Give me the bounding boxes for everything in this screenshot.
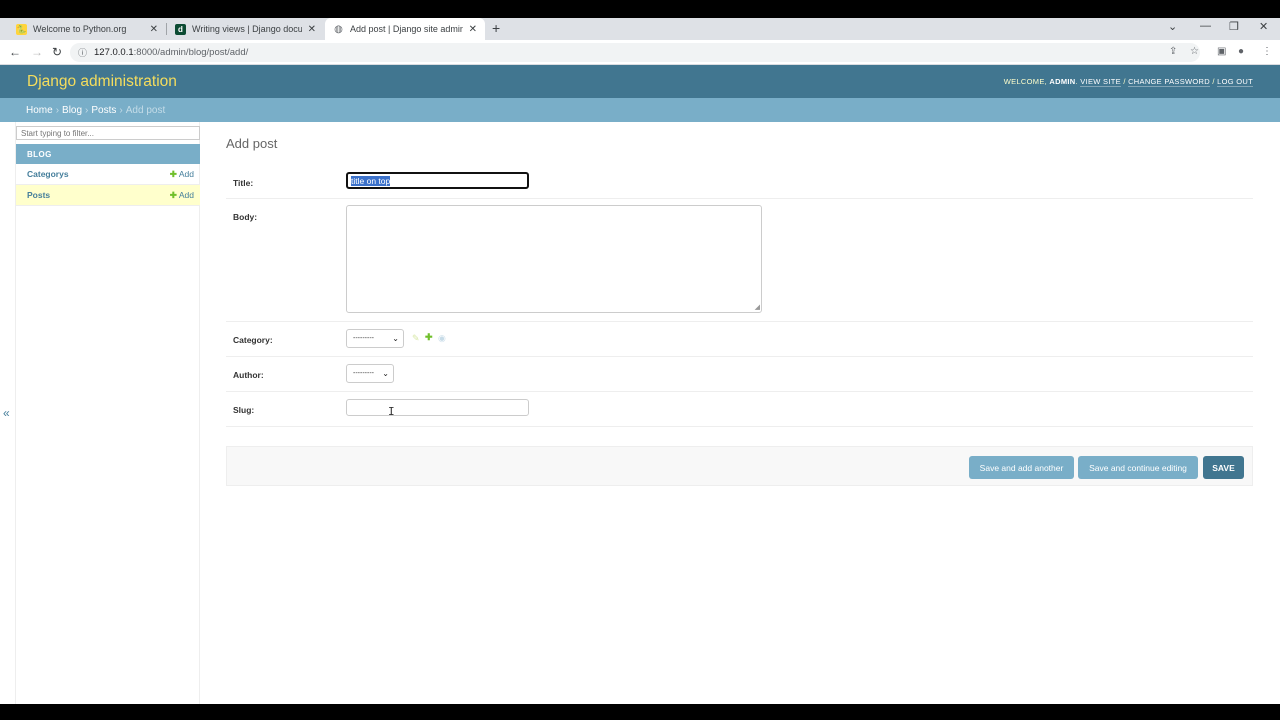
form-row-slug: Slug: bbox=[226, 392, 1253, 427]
bookmark-star-icon[interactable]: ☆ bbox=[1190, 46, 1199, 57]
breadcrumb-separator: › bbox=[85, 104, 89, 116]
profile-avatar-icon[interactable]: ● bbox=[1238, 46, 1244, 57]
title-input-value: title on top bbox=[351, 175, 391, 186]
view-site-link[interactable]: VIEW SITE bbox=[1080, 77, 1121, 87]
welcome-text: WELCOME, bbox=[1003, 77, 1048, 86]
site-info-icon[interactable]: ⓘ bbox=[78, 46, 87, 59]
form-row-body: Body: ◢ bbox=[226, 199, 1253, 322]
model-link-categorys[interactable]: Categorys bbox=[27, 169, 69, 179]
add-plus-icon: ✚ bbox=[169, 168, 177, 179]
close-tab-icon[interactable]: ✕ bbox=[308, 24, 316, 35]
nav-filter-input[interactable] bbox=[16, 126, 200, 140]
save-button[interactable]: SAVE bbox=[1203, 456, 1244, 479]
add-plus-icon: ✚ bbox=[169, 189, 177, 200]
resize-grip-icon[interactable]: ◢ bbox=[755, 303, 760, 311]
browser-toolbar: ← → ↻ ⓘ 127.0.0.1:8000/admin/blog/post/a… bbox=[0, 40, 1280, 65]
site-branding[interactable]: Django administration bbox=[27, 73, 177, 91]
browser-tab-django-docs[interactable]: d Writing views | Django documen ✕ bbox=[167, 18, 324, 40]
submit-row: Save and add another Save and continue e… bbox=[226, 446, 1253, 486]
chevron-down-icon: ⌄ bbox=[392, 334, 399, 343]
breadcrumb-current: Add post bbox=[125, 104, 166, 116]
author-select[interactable]: --------- ⌄ bbox=[346, 364, 394, 383]
new-tab-plus-icon[interactable]: + bbox=[492, 20, 500, 36]
python-favicon-icon: 🐍 bbox=[16, 23, 27, 35]
breadcrumb-blog[interactable]: Blog bbox=[62, 105, 82, 116]
category-label: Category: bbox=[233, 335, 273, 345]
author-select-value: --------- bbox=[353, 370, 374, 377]
close-tab-icon[interactable]: ✕ bbox=[150, 24, 158, 35]
log-out-link[interactable]: LOG OUT bbox=[1217, 77, 1253, 87]
back-arrow-icon[interactable]: ← bbox=[9, 45, 21, 59]
slug-label: Slug: bbox=[233, 405, 255, 415]
screen: 🐍 Welcome to Python.org ✕ d Writing view… bbox=[0, 0, 1280, 720]
separator: / bbox=[1212, 77, 1215, 86]
save-and-add-another-button[interactable]: Save and add another bbox=[969, 456, 1074, 479]
globe-favicon-icon: ◍ bbox=[334, 23, 343, 35]
breadcrumb-posts[interactable]: Posts bbox=[91, 105, 116, 116]
user-tools: WELCOME, ADMIN. VIEW SITE / CHANGE PASSW… bbox=[1003, 77, 1253, 87]
sidebar-item-categorys: Categorys ✚ Add bbox=[16, 164, 200, 185]
url-path: :8000/admin/blog/post/add/ bbox=[133, 47, 249, 58]
sidebar-item-posts: Posts ✚ Add bbox=[16, 185, 200, 206]
reload-icon[interactable]: ↻ bbox=[52, 45, 62, 59]
change-related-pencil-icon[interactable]: ✎ bbox=[412, 333, 420, 344]
toggle-nav-sidebar-icon[interactable]: « bbox=[3, 406, 10, 420]
breadcrumb-home[interactable]: Home bbox=[26, 105, 53, 116]
breadcrumb: Home › Blog › Posts › Add post bbox=[0, 98, 1280, 122]
add-label: Add bbox=[178, 168, 194, 179]
restore-icon[interactable]: ❐ bbox=[1229, 20, 1239, 33]
django-favicon-icon: d bbox=[175, 23, 186, 35]
browser-tab-bar: 🐍 Welcome to Python.org ✕ d Writing view… bbox=[0, 18, 1280, 40]
browser-menu-icon[interactable]: ⋮ bbox=[1262, 46, 1272, 57]
nav-sidebar: BLOG Categorys ✚Add Posts ✚Add bbox=[15, 122, 200, 704]
add-label: Add bbox=[178, 189, 194, 200]
tab-title: Welcome to Python.org bbox=[33, 24, 127, 34]
address-bar[interactable]: ⓘ 127.0.0.1:8000/admin/blog/post/add/ bbox=[70, 43, 1200, 62]
close-tab-icon[interactable]: ✕ bbox=[469, 24, 477, 35]
browser-tab-add-post[interactable]: ◍ Add post | Django site admin ✕ bbox=[325, 18, 485, 40]
url-host: 127.0.0.1 bbox=[94, 47, 134, 58]
title-label: Title: bbox=[233, 178, 254, 188]
slug-input[interactable] bbox=[346, 399, 529, 416]
separator: / bbox=[1123, 77, 1126, 86]
author-label: Author: bbox=[233, 370, 264, 380]
model-link-posts[interactable]: Posts bbox=[27, 190, 50, 200]
add-related-plus-icon[interactable]: ✚ bbox=[425, 332, 433, 343]
page-title: Add post bbox=[226, 136, 278, 151]
change-password-link[interactable]: CHANGE PASSWORD bbox=[1128, 77, 1210, 87]
minimize-icon[interactable]: — bbox=[1200, 20, 1211, 32]
text-cursor-icon: I bbox=[388, 405, 395, 418]
admin-header: Django administration WELCOME, ADMIN. VI… bbox=[0, 65, 1280, 98]
letterbox-bottom bbox=[0, 704, 1280, 720]
tab-title: Add post | Django site admin bbox=[350, 24, 463, 34]
tab-title: Writing views | Django documen bbox=[192, 24, 302, 34]
form-row-category: Category: --------- ⌄ ✎ ✚ ◉ bbox=[226, 322, 1253, 357]
forward-arrow-icon[interactable]: → bbox=[31, 45, 43, 59]
tab-search-chevron-icon[interactable]: ⌄ bbox=[1168, 20, 1177, 33]
window-close-icon[interactable]: ✕ bbox=[1259, 20, 1268, 33]
username: ADMIN bbox=[1049, 77, 1076, 86]
app-caption-blog[interactable]: BLOG bbox=[16, 144, 200, 164]
add-posts-link[interactable]: ✚ Add bbox=[170, 190, 194, 201]
category-select[interactable]: --------- ⌄ bbox=[346, 329, 404, 348]
form-row-author: Author: --------- ⌄ bbox=[226, 357, 1253, 392]
chevron-down-icon: ⌄ bbox=[382, 369, 389, 378]
side-panel-icon[interactable]: ▣ bbox=[1217, 46, 1226, 57]
body-label: Body: bbox=[233, 212, 258, 222]
add-categorys-link[interactable]: ✚ Add bbox=[170, 169, 194, 180]
body-textarea[interactable]: ◢ bbox=[346, 205, 762, 313]
page-body: BLOG Categorys ✚Add Posts ✚Add « Add pos… bbox=[0, 122, 1280, 704]
view-related-eye-icon[interactable]: ◉ bbox=[438, 333, 446, 344]
share-icon[interactable]: ⇪ bbox=[1169, 46, 1177, 57]
save-and-continue-button[interactable]: Save and continue editing bbox=[1078, 456, 1198, 479]
browser-tab-python[interactable]: 🐍 Welcome to Python.org ✕ bbox=[8, 18, 166, 40]
category-select-value: --------- bbox=[353, 335, 374, 342]
form-row-title: Title: title on top bbox=[226, 164, 1253, 199]
breadcrumb-separator: › bbox=[55, 104, 60, 116]
title-input[interactable]: title on top bbox=[346, 172, 529, 189]
breadcrumb-separator: › bbox=[119, 104, 123, 116]
